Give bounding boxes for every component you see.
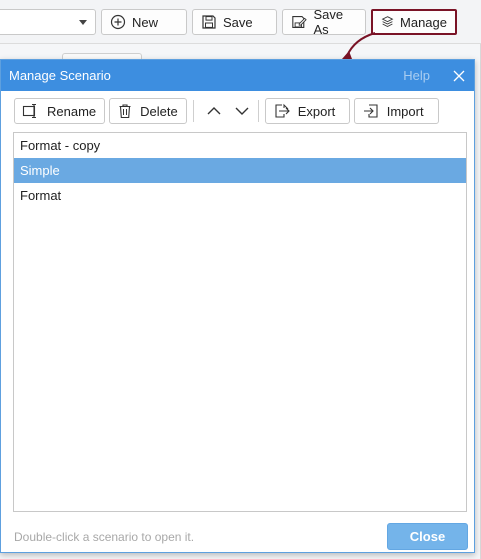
- close-button[interactable]: Close: [387, 523, 468, 550]
- scenario-dropdown[interactable]: [0, 9, 96, 35]
- export-label: Export: [297, 103, 336, 119]
- new-button-label: New: [132, 14, 159, 30]
- list-item[interactable]: Format - copy: [14, 133, 466, 158]
- save-as-icon: [292, 15, 307, 29]
- move-up-button[interactable]: [200, 98, 228, 124]
- plus-circle-icon: [110, 14, 126, 30]
- chevron-down-icon: [79, 20, 87, 25]
- main-toolbar: New Save Save As Manage: [0, 0, 481, 44]
- trash-icon: [119, 104, 131, 119]
- chevron-down-icon: [235, 107, 249, 115]
- toolbar-divider: [192, 100, 194, 122]
- import-icon: [363, 104, 378, 118]
- rename-button[interactable]: Rename: [14, 98, 106, 124]
- dialog-title: Manage Scenario: [9, 68, 111, 83]
- new-button[interactable]: New: [101, 9, 187, 35]
- delete-label: Delete: [140, 103, 178, 119]
- import-button[interactable]: Import: [353, 98, 439, 124]
- export-icon: [275, 103, 290, 118]
- save-button[interactable]: Save: [192, 9, 277, 35]
- manage-button-label: Manage: [400, 14, 447, 30]
- move-down-button[interactable]: [228, 98, 256, 124]
- manage-scenario-dialog: Manage Scenario Help Rename Delete Expor…: [0, 59, 475, 553]
- save-button-label: Save: [223, 14, 253, 30]
- rename-icon: [22, 103, 36, 119]
- scenario-list[interactable]: Format - copy Simple Format: [13, 132, 467, 512]
- save-icon: [202, 15, 216, 29]
- toolbar-divider: [257, 100, 259, 122]
- close-icon[interactable]: [452, 69, 466, 83]
- export-button[interactable]: Export: [264, 98, 350, 124]
- dialog-toolbar: Rename Delete Export Import: [14, 98, 443, 124]
- list-item[interactable]: Format: [14, 183, 466, 208]
- chevron-up-icon: [207, 107, 221, 115]
- rename-label: Rename: [47, 103, 97, 119]
- delete-button[interactable]: Delete: [109, 98, 187, 124]
- layers-icon: [381, 16, 394, 27]
- list-item[interactable]: Simple: [14, 158, 466, 183]
- help-link[interactable]: Help: [403, 68, 430, 83]
- dialog-titlebar: Manage Scenario Help: [1, 60, 474, 91]
- import-label: Import: [386, 103, 424, 119]
- hint-text: Double-click a scenario to open it.: [14, 530, 195, 544]
- manage-button[interactable]: Manage: [371, 9, 457, 35]
